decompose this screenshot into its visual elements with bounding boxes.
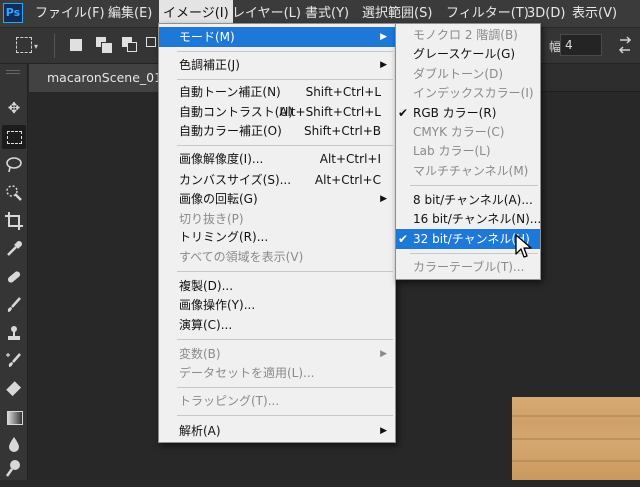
checkmark-icon: ✔ — [398, 106, 409, 120]
menu-item-mode[interactable]: モード(M) ▶ — [159, 27, 395, 47]
marquee-preset-icon[interactable] — [16, 37, 32, 53]
submenu-arrow-icon: ▶ — [380, 32, 387, 42]
document-image[interactable] — [512, 397, 640, 480]
width-input[interactable]: 4 — [560, 34, 602, 56]
mode-multichannel[interactable]: マルチチャンネル(M) — [396, 161, 540, 181]
marquee-tool-icon[interactable] — [2, 125, 26, 149]
mode-rgb-color[interactable]: ✔ RGB カラー(R) — [396, 103, 540, 123]
mode-lab-color[interactable]: Lab カラー(L) — [396, 141, 540, 161]
checkmark-icon: ✔ — [398, 232, 409, 246]
menu-item-auto-color[interactable]: 自動カラー補正(O) Shift+Ctrl+B — [159, 121, 395, 141]
clone-stamp-tool-icon[interactable] — [2, 321, 26, 345]
add-selection-icon[interactable] — [96, 37, 113, 54]
menu-item-auto-tone[interactable]: 自動トーン補正(N) Shift+Ctrl+L — [159, 82, 395, 102]
dodge-tool-icon[interactable] — [2, 456, 26, 480]
mode-bitmap[interactable]: モノクロ 2 階調(B) — [396, 25, 540, 45]
mode-16bit[interactable]: 16 bit/チャンネル(N)... — [396, 209, 541, 229]
menu-item-image-rotation[interactable]: 画像の回転(G) ▶ — [159, 189, 395, 209]
panel-grip[interactable] — [6, 70, 20, 74]
menu-file[interactable]: ファイル(F) — [35, 0, 105, 28]
menu-item-trap[interactable]: トラッピング(T)... — [159, 391, 395, 411]
menu-item-variables[interactable]: 変数(B) ▶ — [159, 344, 395, 364]
mode-cmyk-color[interactable]: CMYK カラー(C) — [396, 122, 540, 142]
menu-edit[interactable]: 編集(E) — [108, 0, 152, 28]
menu-item-crop[interactable]: 切り抜き(P) — [159, 209, 395, 229]
lasso-tool-icon[interactable] — [2, 153, 26, 177]
chevron-down-icon[interactable]: ▾ — [34, 42, 50, 58]
separator — [177, 339, 393, 340]
menu-item-canvas-size[interactable]: カンバスサイズ(S)... Alt+Ctrl+C — [159, 170, 395, 190]
menu-item-image-size[interactable]: 画像解像度(I)... Alt+Ctrl+I — [159, 149, 395, 169]
submenu-arrow-icon: ▶ — [380, 194, 387, 204]
eyedropper-tool-icon[interactable] — [2, 237, 26, 261]
submenu-arrow-icon: ▶ — [380, 426, 387, 436]
mode-8bit[interactable]: 8 bit/チャンネル(A)... — [396, 190, 540, 210]
mode-duotone[interactable]: ダブルトーン(D) — [396, 64, 540, 84]
menu-item-apply-data-set[interactable]: データセットを適用(L)... — [159, 363, 395, 383]
menu-item-apply-image[interactable]: 画像操作(Y)... — [159, 295, 395, 315]
menu-item-reveal-all[interactable]: すべての領域を表示(V) — [159, 247, 395, 267]
mode-indexed-color[interactable]: インデックスカラー(I) — [396, 83, 540, 103]
crop-tool-icon[interactable] — [2, 209, 26, 233]
swap-icon[interactable] — [616, 36, 634, 54]
separator — [177, 271, 393, 272]
menu-item-analysis[interactable]: 解析(A) ▶ — [159, 421, 395, 441]
submenu-arrow-icon: ▶ — [380, 349, 387, 359]
mouse-pointer-icon — [515, 234, 532, 258]
separator — [177, 387, 393, 388]
new-selection-icon[interactable] — [70, 39, 82, 51]
move-tool-icon[interactable]: ✥ — [2, 96, 26, 120]
menu-item-auto-contrast[interactable]: 自動コントラスト(U) Alt+Shift+Ctrl+L — [159, 102, 395, 122]
separator — [177, 79, 393, 80]
eraser-tool-icon[interactable] — [2, 377, 26, 401]
menu-item-adjustments[interactable]: 色調補正(J) ▶ — [159, 55, 395, 75]
photoshop-logo: Ps — [3, 3, 23, 23]
submenu-arrow-icon: ▶ — [380, 60, 387, 70]
separator — [54, 34, 55, 58]
subtract-selection-icon[interactable] — [122, 37, 138, 53]
separator — [177, 415, 393, 416]
healing-brush-tool-icon[interactable] — [2, 265, 26, 289]
brush-tool-icon[interactable] — [2, 293, 26, 317]
mode-grayscale[interactable]: グレースケール(G) — [396, 44, 540, 64]
menu-item-trim[interactable]: トリミング(R)... — [159, 227, 395, 247]
separator — [177, 145, 393, 146]
menu-item-duplicate[interactable]: 複製(D)... — [159, 276, 395, 296]
separator — [177, 51, 393, 52]
tools-panel: ✥ — [0, 64, 28, 480]
gradient-tool-icon[interactable] — [2, 405, 26, 429]
menu-view[interactable]: 表示(V) — [572, 0, 617, 28]
history-brush-tool-icon[interactable] — [2, 349, 26, 373]
blur-tool-icon[interactable] — [2, 433, 26, 457]
image-menu: モード(M) ▶ 色調補正(J) ▶ 自動トーン補正(N) Shift+Ctrl+L … — [158, 23, 396, 443]
separator — [410, 185, 538, 186]
menu-item-calculations[interactable]: 演算(C)... — [159, 315, 395, 335]
quick-select-tool-icon[interactable] — [2, 181, 26, 205]
document-tab[interactable]: macaronScene_01.e — [29, 64, 169, 92]
